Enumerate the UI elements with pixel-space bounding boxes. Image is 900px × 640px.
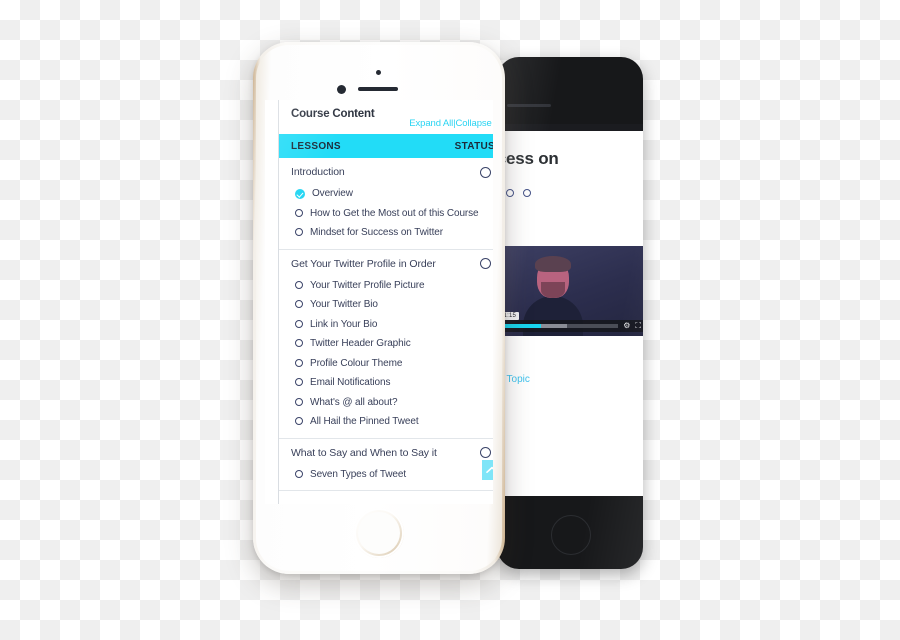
empty-circle-icon: [295, 280, 303, 289]
section-header[interactable]: What to Say and When to Say it: [279, 439, 493, 465]
course-content-page: Course Content Expand All|Collapse All L…: [278, 100, 493, 504]
empty-circle-icon: [295, 378, 303, 386]
video-buffered-range: [540, 324, 567, 328]
section-header[interactable]: Introduction: [279, 158, 493, 184]
back-phone-device: or Success on 01:15 ⚙ ⛶: [497, 57, 643, 569]
lesson-label: Overview: [312, 188, 353, 199]
lessons-table-header: LESSONS STATUS: [279, 134, 493, 158]
lesson-label: Link in Your Bio: [310, 318, 378, 330]
expand-collapse-links: Expand All|Collapse All: [409, 118, 493, 129]
section-title: What to Say and When to Say it: [291, 446, 437, 459]
status-ring-icon: [480, 258, 491, 269]
lesson-list: Introduction Overview How to Get the Most …: [279, 158, 493, 491]
lesson-label: Profile Colour Theme: [310, 357, 403, 369]
lesson-row[interactable]: Twitter Header Graphic: [279, 334, 493, 354]
expand-all-link[interactable]: Expand All: [409, 118, 453, 129]
section-title: Get Your Twitter Profile in Order: [291, 257, 436, 270]
lesson-row[interactable]: Your Twitter Profile Picture: [279, 276, 493, 296]
empty-circle-icon: [295, 300, 303, 308]
lesson-section: Get Your Twitter Profile in Order Your Tw…: [279, 250, 493, 439]
empty-circle-icon: [295, 358, 303, 367]
fullscreen-icon[interactable]: ⛶: [635, 322, 641, 330]
screenshot-stage: or Success on 01:15 ⚙ ⛶: [0, 0, 900, 640]
course-content-header: Course Content Expand All|Collapse All: [279, 100, 493, 134]
front-camera-icon: [376, 70, 381, 75]
front-phone-device: Course Content Expand All|Collapse All L…: [253, 42, 505, 574]
lesson-label: What's @ all about?: [310, 396, 398, 408]
empty-circle-icon: [295, 417, 303, 425]
lesson-section: What to Say and When to Say it Seven Type…: [279, 439, 493, 491]
lesson-row[interactable]: How to Get the Most out of this Course: [279, 204, 493, 224]
scroll-to-top-button[interactable]: [482, 460, 493, 480]
video-player[interactable]: 01:15 ⚙ ⛶: [497, 246, 643, 336]
collapse-all-link[interactable]: Collapse All: [456, 118, 493, 129]
lesson-row[interactable]: Link in Your Bio: [279, 315, 493, 335]
section-title: Introduction: [291, 166, 345, 178]
lesson-section: Introduction Overview How to Get the Most …: [279, 158, 493, 250]
progress-dot-2[interactable]: [506, 189, 514, 197]
empty-circle-icon: [295, 228, 303, 236]
lesson-label: Your Twitter Profile Picture: [310, 279, 425, 291]
lesson-row[interactable]: Profile Colour Theme: [279, 354, 493, 374]
home-button-inner: [358, 512, 400, 554]
video-controls-bar[interactable]: ⚙ ⛶: [497, 320, 643, 332]
empty-circle-icon: [295, 339, 303, 347]
status-ring-icon: [480, 447, 491, 458]
lesson-label: Seven Types of Tweet: [310, 468, 407, 480]
lesson-row[interactable]: What's @ all about?: [279, 393, 493, 413]
front-phone-home-button[interactable]: [354, 508, 404, 558]
lesson-label: Your Twitter Bio: [310, 299, 378, 310]
lesson-row[interactable]: Overview: [279, 184, 493, 204]
lesson-row[interactable]: Seven Types of Tweet: [279, 465, 493, 485]
lesson-label: How to Get the Most out of this Course: [310, 207, 479, 219]
check-circle-icon: [295, 189, 305, 199]
back-phone-screen: or Success on 01:15 ⚙ ⛶: [497, 124, 643, 496]
front-phone-screen: Course Content Expand All|Collapse All L…: [265, 100, 493, 504]
lesson-label: All Hail the Pinned Tweet: [310, 416, 419, 427]
lesson-row[interactable]: All Hail the Pinned Tweet: [279, 412, 493, 432]
lesson-row[interactable]: Your Twitter Bio: [279, 295, 493, 315]
empty-circle-icon: [295, 319, 303, 328]
back-progress-dots: [497, 189, 643, 197]
status-ring-icon: [480, 166, 491, 178]
earpiece-speaker: [358, 87, 398, 91]
back-lesson-title: or Success on: [497, 149, 559, 168]
back-phone-status-bar: [497, 124, 643, 131]
video-person-hair: [535, 256, 571, 272]
empty-circle-icon: [295, 397, 303, 406]
lesson-label: Mindset for Success on Twitter: [310, 227, 443, 238]
empty-circle-icon: [295, 469, 303, 478]
lesson-row[interactable]: Mindset for Success on Twitter: [279, 223, 493, 243]
gear-icon[interactable]: ⚙: [623, 322, 630, 330]
lesson-label: Twitter Header Graphic: [310, 338, 411, 349]
back-phone-speaker: [507, 104, 551, 107]
empty-circle-icon: [295, 208, 303, 217]
video-played-range: [501, 324, 541, 328]
proximity-sensor-icon: [337, 85, 346, 94]
back-phone-home-button[interactable]: [551, 515, 591, 555]
video-person-beard: [541, 282, 565, 298]
lesson-label: Email Notifications: [310, 377, 391, 388]
column-header-status: STATUS: [454, 140, 493, 152]
lesson-row[interactable]: Email Notifications: [279, 373, 493, 393]
progress-dot-3[interactable]: [523, 189, 531, 197]
video-progress-bar[interactable]: [501, 324, 619, 328]
column-header-lessons: LESSONS: [291, 140, 341, 152]
section-header[interactable]: Get Your Twitter Profile in Order: [279, 250, 493, 276]
